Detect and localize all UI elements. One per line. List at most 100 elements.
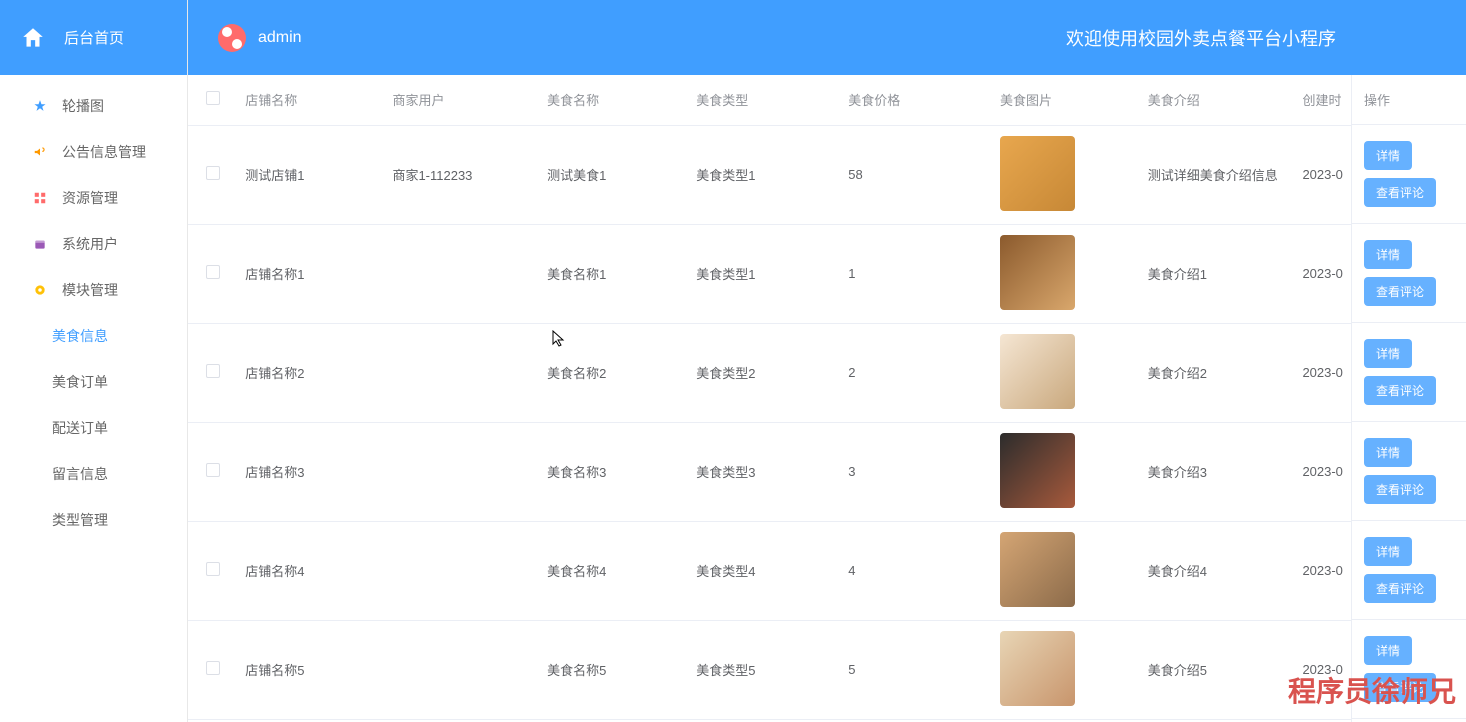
cell-food-name: 美食名称1 xyxy=(539,224,688,323)
cell-food-price: 5 xyxy=(840,620,992,719)
cell-food-price: 4 xyxy=(840,521,992,620)
table-row: 店铺名称5 美食名称5 美食类型5 5 美食介绍5 2023-0 xyxy=(188,620,1351,719)
cell-shop: 店铺名称5 xyxy=(237,620,384,719)
submenu-item-1[interactable]: 美食订单 xyxy=(0,359,187,405)
cell-intro: 美食介绍1 xyxy=(1140,224,1295,323)
cell-shop: 店铺名称3 xyxy=(237,422,384,521)
box-icon xyxy=(32,236,48,252)
cell-intro: 美食介绍2 xyxy=(1140,323,1295,422)
detail-button[interactable]: 详情 xyxy=(1364,438,1412,467)
view-comments-button[interactable]: 查看评论 xyxy=(1364,673,1436,702)
detail-button[interactable]: 详情 xyxy=(1364,339,1412,368)
grid-icon xyxy=(32,190,48,206)
cell-merchant xyxy=(384,620,539,719)
view-comments-button[interactable]: 查看评论 xyxy=(1364,376,1436,405)
submenu-item-2[interactable]: 配送订单 xyxy=(0,405,187,451)
food-thumbnail[interactable] xyxy=(1000,334,1075,409)
menu-item-1[interactable]: 公告信息管理 xyxy=(0,129,187,175)
actions-column: 操作 详情 查看评论 详情 查看评论 详情 查看评论 详情 查看评论 详情 查看… xyxy=(1351,75,1466,722)
view-comments-button[interactable]: 查看评论 xyxy=(1364,475,1436,504)
cell-time: 2023-0 xyxy=(1294,422,1351,521)
cell-food-type: 美食类型3 xyxy=(688,422,840,521)
page-title: 欢迎使用校园外卖点餐平台小程序 xyxy=(1066,25,1336,51)
actions-cell: 详情 查看评论 xyxy=(1352,422,1466,521)
cell-food-price: 58 xyxy=(840,125,992,224)
submenu-item-4[interactable]: 类型管理 xyxy=(0,497,187,543)
row-checkbox[interactable] xyxy=(206,166,220,180)
table-row: 测试店铺1 商家1-112233 测试美食1 美食类型1 58 测试详细美食介绍… xyxy=(188,125,1351,224)
food-thumbnail[interactable] xyxy=(1000,235,1075,310)
row-checkbox[interactable] xyxy=(206,463,220,477)
menu-item-3[interactable]: 系统用户 xyxy=(0,221,187,267)
th-food-type: 美食类型 xyxy=(688,75,840,125)
cell-time: 2023-0 xyxy=(1294,521,1351,620)
cell-food-type: 美食类型1 xyxy=(688,224,840,323)
cell-food-price: 2 xyxy=(840,323,992,422)
cell-food-name: 美食名称2 xyxy=(539,323,688,422)
food-thumbnail[interactable] xyxy=(1000,532,1075,607)
detail-button[interactable]: 详情 xyxy=(1364,240,1412,269)
detail-button[interactable]: 详情 xyxy=(1364,537,1412,566)
menu-item-2[interactable]: 资源管理 xyxy=(0,175,187,221)
avatar-icon xyxy=(218,24,246,52)
cell-time: 2023-0 xyxy=(1294,224,1351,323)
actions-cell: 详情 查看评论 xyxy=(1352,125,1466,224)
cell-shop: 店铺名称4 xyxy=(237,521,384,620)
th-food-name: 美食名称 xyxy=(539,75,688,125)
home-icon xyxy=(18,23,48,53)
menu-item-label: 系统用户 xyxy=(62,234,118,254)
menu-item-0[interactable]: 轮播图 xyxy=(0,83,187,129)
row-checkbox[interactable] xyxy=(206,661,220,675)
cell-shop: 店铺名称1 xyxy=(237,224,384,323)
row-checkbox[interactable] xyxy=(206,364,220,378)
badge-icon xyxy=(32,282,48,298)
menu-item-label: 轮播图 xyxy=(62,96,104,116)
cell-food-type: 美食类型2 xyxy=(688,323,840,422)
th-shop: 店铺名称 xyxy=(237,75,384,125)
th-merchant: 商家用户 xyxy=(384,75,539,125)
th-food-img: 美食图片 xyxy=(992,75,1140,125)
menu-item-label: 资源管理 xyxy=(62,188,118,208)
cell-merchant: 商家1-112233 xyxy=(384,125,539,224)
star-icon xyxy=(32,98,48,114)
actions-cell: 详情 查看评论 xyxy=(1352,323,1466,422)
bullhorn-icon xyxy=(32,144,48,160)
sidebar-header[interactable]: 后台首页 xyxy=(0,0,187,75)
table-row: 店铺名称2 美食名称2 美食类型2 2 美食介绍2 2023-0 xyxy=(188,323,1351,422)
view-comments-button[interactable]: 查看评论 xyxy=(1364,178,1436,207)
cell-merchant xyxy=(384,224,539,323)
table-row: 店铺名称4 美食名称4 美食类型4 4 美食介绍4 2023-0 xyxy=(188,521,1351,620)
cell-food-type: 美食类型1 xyxy=(688,125,840,224)
select-all-checkbox[interactable] xyxy=(206,91,220,105)
food-thumbnail[interactable] xyxy=(1000,433,1075,508)
row-checkbox[interactable] xyxy=(206,562,220,576)
topbar-user[interactable]: admin xyxy=(218,24,302,52)
submenu-item-3[interactable]: 留言信息 xyxy=(0,451,187,497)
menu-item-label: 公告信息管理 xyxy=(62,142,146,162)
actions-cell: 详情 查看评论 xyxy=(1352,521,1466,620)
row-checkbox[interactable] xyxy=(206,265,220,279)
menu-item-label: 模块管理 xyxy=(62,280,118,300)
food-thumbnail[interactable] xyxy=(1000,136,1075,211)
th-actions: 操作 xyxy=(1352,75,1466,125)
cell-food-price: 1 xyxy=(840,224,992,323)
content: 店铺名称 商家用户 美食名称 美食类型 美食价格 美食图片 美食介绍 创建时 测… xyxy=(188,75,1466,722)
th-food-intro: 美食介绍 xyxy=(1140,75,1295,125)
detail-button[interactable]: 详情 xyxy=(1364,141,1412,170)
submenu-item-0[interactable]: 美食信息 xyxy=(0,313,187,359)
cell-shop: 测试店铺1 xyxy=(237,125,384,224)
th-create-time: 创建时 xyxy=(1294,75,1351,125)
cell-food-type: 美食类型4 xyxy=(688,521,840,620)
cell-time: 2023-0 xyxy=(1294,125,1351,224)
view-comments-button[interactable]: 查看评论 xyxy=(1364,277,1436,306)
th-food-price: 美食价格 xyxy=(840,75,992,125)
cell-intro: 美食介绍4 xyxy=(1140,521,1295,620)
cell-food-name: 美食名称4 xyxy=(539,521,688,620)
main: admin 欢迎使用校园外卖点餐平台小程序 店铺名称 商家用户 美食名称 美食类… xyxy=(188,0,1466,722)
detail-button[interactable]: 详情 xyxy=(1364,636,1412,665)
sidebar-home-label: 后台首页 xyxy=(64,27,124,48)
view-comments-button[interactable]: 查看评论 xyxy=(1364,574,1436,603)
menu-item-4[interactable]: 模块管理 xyxy=(0,267,187,313)
food-thumbnail[interactable] xyxy=(1000,631,1075,706)
cell-merchant xyxy=(384,521,539,620)
